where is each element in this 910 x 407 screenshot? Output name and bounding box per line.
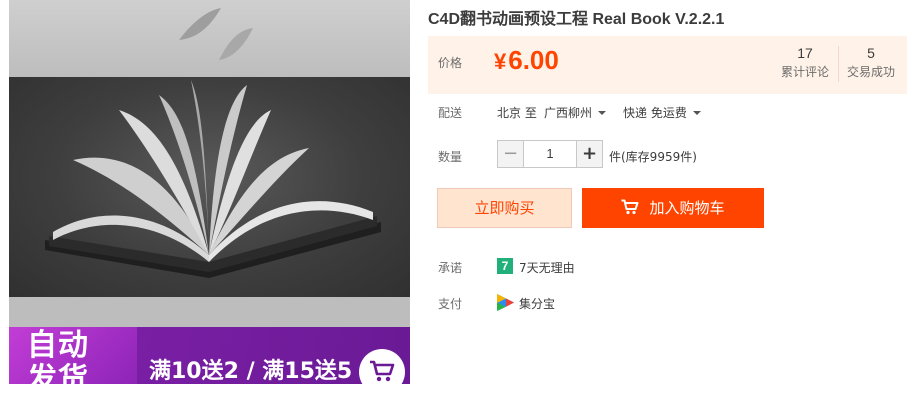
promise-text[interactable]: 7天无理由 <box>519 259 575 276</box>
shipping-destination-select[interactable]: 广西柳州 <box>544 104 607 121</box>
buy-now-button[interactable]: 立即购买 <box>437 188 572 228</box>
shipping-label: 配送 <box>438 106 463 120</box>
shipping-from: 北京 至 <box>497 106 537 120</box>
reviews-stat[interactable]: 17 累计评论 <box>772 44 838 82</box>
promo-delivery-label: 发货 <box>27 362 89 385</box>
quantity-decrease-button[interactable]: − <box>498 141 524 167</box>
promo-deal-text: 满10送2 / 满15送5 <box>149 359 353 384</box>
jifenbao-icon <box>497 294 514 311</box>
sold-count: 5 <box>867 45 875 61</box>
stock-note: 件(库存9959件) <box>609 150 697 164</box>
chevron-down-icon <box>598 110 607 115</box>
shipping-method: 快递 免运费 <box>623 106 687 120</box>
reviews-count: 17 <box>797 45 813 61</box>
payment-label: 支付 <box>438 297 463 311</box>
promise-label: 承诺 <box>438 261 463 275</box>
price-value: ¥6.00 <box>494 45 559 76</box>
quantity-input[interactable] <box>525 141 575 167</box>
chevron-down-icon <box>692 110 701 115</box>
open-book-illustration <box>45 8 381 278</box>
add-to-cart-label: 加入购物车 <box>649 199 725 217</box>
quantity-increase-button[interactable]: + <box>576 141 602 167</box>
shipping-destination: 广西柳州 <box>544 106 593 120</box>
shopping-cart-icon <box>370 360 395 382</box>
shopping-cart-icon <box>621 199 639 215</box>
product-title: C4D翻书动画预设工程 Real Book V.2.2.1 <box>428 11 725 28</box>
promo-banner: 自动 发货 满10送2 / 满15送5 <box>9 327 410 384</box>
quantity-label: 数量 <box>438 150 463 164</box>
payment-method[interactable]: 集分宝 <box>519 295 555 312</box>
seven-day-return-icon: 7 <box>497 258 513 274</box>
add-to-cart-button[interactable]: 加入购物车 <box>582 188 764 228</box>
currency-symbol: ¥ <box>494 49 507 74</box>
shipping-method-select[interactable]: 快递 免运费 <box>623 104 701 121</box>
product-image[interactable]: 自动 发货 满10送2 / 满15送5 <box>9 0 410 384</box>
sold-label: 交易成功 <box>846 65 895 79</box>
price-panel: 价格 ¥6.00 17 累计评论 5 交易成功 <box>428 36 907 94</box>
price-amount: 6.00 <box>508 45 559 75</box>
price-label: 价格 <box>438 56 463 70</box>
quantity-stepper: − + <box>497 140 603 168</box>
sold-stat[interactable]: 5 交易成功 <box>838 44 904 82</box>
reviews-label: 累计评论 <box>780 65 829 79</box>
promo-auto-label: 自动 <box>27 328 89 363</box>
